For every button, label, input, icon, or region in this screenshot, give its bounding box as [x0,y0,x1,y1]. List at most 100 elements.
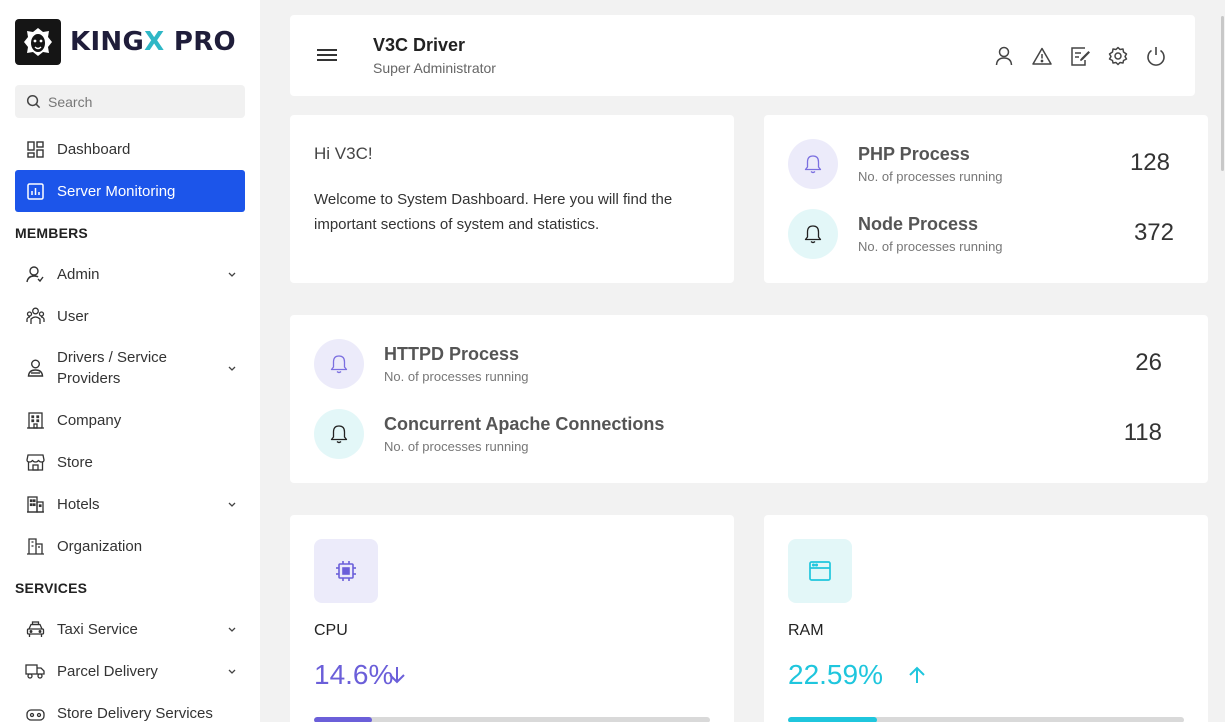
menu-icon[interactable] [317,49,337,63]
building-icon [25,410,45,430]
bell-icon [788,209,838,259]
user-name: V3C Driver [373,35,466,55]
stat-label: RAM [788,622,824,639]
bell-icon [788,139,838,189]
process-title: Node Process [858,214,979,234]
header-actions [977,45,1167,67]
ram-stat-card: RAM 22.59% [764,515,1208,722]
sidebar-item-label: Store Delivery Services [57,704,213,722]
cpu-stat-card: CPU 14.6% [290,515,734,722]
process-value: 118 [1123,419,1162,446]
sidebar-item-user[interactable]: User [15,295,245,337]
sidebar-item-server-monitoring[interactable]: Server Monitoring [15,170,245,212]
welcome-card: Hi V3C! Welcome to System Dashboard. Her… [290,115,734,283]
sidebar-item-label: Parcel Delivery [57,662,158,680]
sidebar-item-store-delivery[interactable]: Store Delivery Services [15,692,245,722]
user-role: Super Administrator [373,60,496,76]
process-title: HTTPD Process [384,344,520,364]
search-icon [26,94,41,109]
profile-icon[interactable] [993,45,1015,67]
sidebar-item-dashboard[interactable]: Dashboard [15,128,245,170]
sidebar-item-label: Taxi Service [57,620,138,638]
chevron-down-icon [228,627,236,632]
lion-logo-icon [15,19,61,65]
section-title-services: SERVICES [15,580,88,596]
chevron-down-icon [228,669,236,674]
chevron-down-icon [228,366,236,371]
sidebar-item-drivers[interactable]: Drivers / Service Providers [15,346,245,390]
brand-name: KINGX PRO [70,27,236,57]
dashboard-icon [25,139,45,159]
sidebar: KINGX PRO Dashboard Server Monitoring ME… [0,0,260,722]
chart-icon [25,181,45,201]
sidebar-item-label: Store [57,453,93,471]
arrow-down-icon [389,667,405,684]
delivery-icon [25,703,45,722]
browser-window-icon [788,539,852,603]
ram-progress-bar [788,717,1184,722]
bell-icon [314,409,364,459]
section-title-members: MEMBERS [15,225,88,241]
sidebar-item-label: Hotels [57,495,100,513]
sidebar-item-label: Drivers / Service Providers [57,349,168,387]
process-subtitle: No. of processes running [384,369,529,384]
stat-label: CPU [314,622,348,639]
search-input[interactable] [48,93,228,110]
sidebar-item-admin[interactable]: Admin [15,253,245,295]
sidebar-item-taxi-service[interactable]: Taxi Service [15,608,245,650]
process-title: Concurrent Apache Connections [384,414,665,434]
process-value: 128 [1129,149,1170,176]
welcome-greeting: Hi V3C! [314,144,373,163]
process-subtitle: No. of processes running [858,239,1003,254]
process-value: 26 [1135,349,1162,376]
search-box[interactable] [15,85,245,118]
sidebar-item-label: Admin [57,265,100,283]
chevron-down-icon [228,272,236,277]
truck-icon [25,661,45,681]
chevron-down-icon [228,502,236,507]
page-scrollbar[interactable] [1219,0,1225,722]
sidebar-item-store[interactable]: Store [15,441,245,483]
process-php: PHP Process No. of processes running [788,139,1003,189]
sidebar-item-label: User [57,307,89,325]
edit-icon[interactable] [1069,45,1091,67]
process-subtitle: No. of processes running [858,169,1003,184]
sidebar-item-label: Company [57,411,122,429]
process-httpd: HTTPD Process No. of processes running [314,339,529,389]
sidebar-item-label: Dashboard [57,140,131,158]
settings-icon[interactable] [1107,45,1129,67]
store-icon [25,452,45,472]
sidebar-item-company[interactable]: Company [15,399,245,441]
ram-progress-fill [788,717,878,722]
stat-value: 22.59% [788,659,883,690]
sidebar-item-parcel-delivery[interactable]: Parcel Delivery [15,650,245,692]
admin-icon [25,264,45,284]
sidebar-item-label: Organization [57,537,143,555]
driver-icon [25,358,45,378]
hotel-icon [25,494,45,514]
process-subtitle: No. of processes running [384,439,529,454]
process-title: PHP Process [858,144,970,164]
welcome-message: Welcome to System Dashboard. Here you wi… [314,191,673,233]
sidebar-item-organization[interactable]: Organization [15,525,245,567]
taxi-icon [25,619,45,639]
alert-icon[interactable] [1031,45,1053,67]
process-card-php-node: PHP Process No. of processes running 128… [764,115,1208,283]
cpu-icon [314,539,378,603]
process-value: 372 [1133,219,1174,246]
power-icon[interactable] [1145,45,1167,67]
bell-icon [314,339,364,389]
organization-icon [25,536,45,556]
cpu-progress-fill [314,717,372,722]
arrow-up-icon [909,666,925,683]
top-header: V3C Driver Super Administrator [290,15,1195,96]
process-apache: Concurrent Apache Connections No. of pro… [314,409,664,459]
users-icon [25,306,45,326]
cpu-progress-bar [314,717,710,722]
process-node: Node Process No. of processes running [788,209,1003,259]
process-card-httpd-apache: HTTPD Process No. of processes running 2… [290,315,1208,483]
sidebar-item-label: Server Monitoring [57,182,176,200]
brand-logo[interactable]: KINGX PRO [15,19,236,65]
sidebar-item-hotels[interactable]: Hotels [15,483,245,525]
stat-value: 14.6% [314,659,394,690]
